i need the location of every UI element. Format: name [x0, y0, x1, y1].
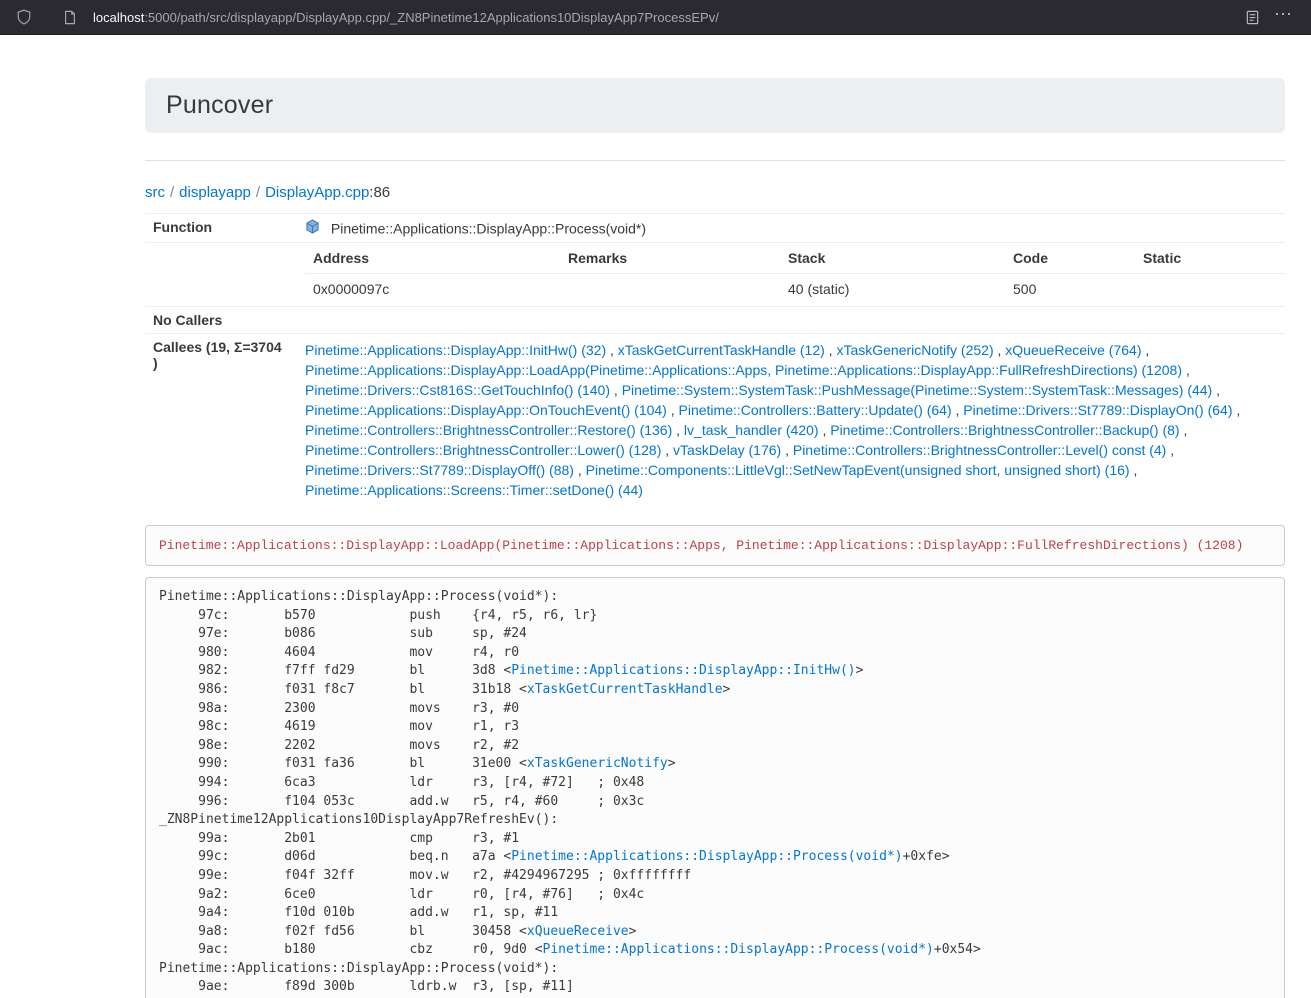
symbol-table: Function Pinetime::Applications::Display… [145, 213, 1285, 507]
breadcrumb-line-number: :86 [369, 184, 390, 201]
callee-link[interactable]: vTaskDelay (176) [673, 442, 781, 458]
address-value: 0x0000097c [305, 274, 560, 307]
breadcrumb-displayapp-link[interactable]: displayapp [179, 184, 251, 201]
callee-link[interactable]: Pinetime::Controllers::BrightnessControl… [793, 442, 1166, 458]
callee-link[interactable]: xTaskGenericNotify (252) [836, 342, 993, 358]
disasm-symbol-link[interactable]: Pinetime::Applications::DisplayApp::Proc… [511, 849, 902, 864]
stack-value: 40 (static) [780, 274, 1005, 307]
function-row: Function Pinetime::Applications::Display… [145, 214, 1285, 243]
callees-row: Callees (19, Σ=3704 ) Pinetime::Applicat… [145, 334, 1285, 508]
callee-link[interactable]: xQueueReceive (764) [1005, 342, 1141, 358]
method-icon [305, 221, 324, 237]
callee-link[interactable]: Pinetime::Components::LittleVgl::SetNewT… [586, 462, 1130, 478]
reader-mode-icon[interactable] [1238, 4, 1266, 30]
no-callers-cell [297, 307, 1285, 334]
highlighted-symbol-box: Pinetime::Applications::DisplayApp::Load… [145, 525, 1285, 566]
page-info-icon[interactable] [56, 4, 84, 30]
code-header: Code [1005, 243, 1135, 274]
main-content: Puncover src / displayapp / DisplayApp.cpp:8… [145, 78, 1285, 998]
breadcrumb: src / displayapp / DisplayApp.cpp:86 [145, 184, 1285, 201]
disassembly-code: Pinetime::Applications::DisplayApp::Proc… [145, 577, 1285, 998]
breadcrumb-separator: / [170, 184, 174, 201]
callee-link[interactable]: Pinetime::Drivers::Cst816S::GetTouchInfo… [305, 382, 610, 398]
callee-link[interactable]: Pinetime::Controllers::BrightnessControl… [305, 422, 672, 438]
detail-values-row: 0x0000097c 40 (static) 500 [305, 274, 1285, 307]
breadcrumb-separator: / [256, 184, 260, 201]
callee-link[interactable]: Pinetime::Drivers::St7789::DisplayOff() … [305, 462, 574, 478]
disasm-symbol-link[interactable]: xTaskGetCurrentTaskHandle [527, 682, 723, 697]
callee-link[interactable]: Pinetime::Applications::DisplayApp::Load… [305, 362, 1182, 378]
disasm-symbol-link[interactable]: Pinetime::Applications::DisplayApp::Init… [511, 663, 855, 678]
more-menu-icon[interactable]: ⋯ [1266, 5, 1301, 29]
callee-link[interactable]: lv_task_handler (420) [684, 422, 819, 438]
highlighted-symbol-text: Pinetime::Applications::DisplayApp::Load… [159, 538, 1243, 553]
callee-link[interactable]: Pinetime::Applications::DisplayApp::OnTo… [305, 402, 667, 418]
remarks-value [560, 274, 780, 307]
callee-link[interactable]: Pinetime::Applications::DisplayApp::Init… [305, 342, 606, 358]
detail-row-wrapper: Address Remarks Stack Code Static 0x0000… [145, 243, 1285, 307]
disasm-symbol-link[interactable]: Pinetime::Applications::DisplayApp::Proc… [543, 942, 934, 957]
shield-icon[interactable] [10, 4, 38, 30]
no-callers-label: No Callers [145, 307, 297, 334]
disasm-symbol-link[interactable]: xQueueReceive [527, 924, 629, 939]
callee-link[interactable]: Pinetime::Applications::Screens::Timer::… [305, 482, 643, 498]
url-path: :5000/path/src/displayapp/DisplayApp.cpp… [144, 10, 719, 25]
callee-link[interactable]: Pinetime::Controllers::Battery::Update()… [679, 402, 952, 418]
remarks-header: Remarks [560, 243, 780, 274]
callee-link[interactable]: xTaskGetCurrentTaskHandle (12) [618, 342, 825, 358]
no-callers-row: No Callers [145, 307, 1285, 334]
callee-link[interactable]: Pinetime::Controllers::BrightnessControl… [305, 442, 661, 458]
callee-link[interactable]: Pinetime::Controllers::BrightnessControl… [830, 422, 1179, 438]
disasm-symbol-link[interactable]: xTaskGenericNotify [527, 756, 668, 771]
callees-list: Pinetime::Applications::DisplayApp::Init… [297, 334, 1285, 508]
divider [145, 160, 1285, 161]
empty-cell [145, 243, 297, 307]
callee-link[interactable]: Pinetime::System::SystemTask::PushMessag… [622, 382, 1213, 398]
code-value: 500 [1005, 274, 1135, 307]
function-label: Function [145, 214, 297, 243]
jumbotron: Puncover [145, 78, 1285, 133]
static-value [1135, 274, 1285, 307]
function-name-cell: Pinetime::Applications::DisplayApp::Proc… [297, 214, 1285, 243]
stack-header: Stack [780, 243, 1005, 274]
breadcrumb-file-link[interactable]: DisplayApp.cpp [265, 184, 369, 201]
callee-link[interactable]: Pinetime::Drivers::St7789::DisplayOn() (… [963, 402, 1232, 418]
static-header: Static [1135, 243, 1285, 274]
detail-table: Address Remarks Stack Code Static 0x0000… [305, 243, 1285, 306]
detail-table-cell: Address Remarks Stack Code Static 0x0000… [297, 243, 1285, 307]
page-title: Puncover [166, 91, 1264, 120]
url-host: localhost [93, 10, 144, 25]
browser-chrome: localhost:5000/path/src/displayapp/Displ… [0, 0, 1311, 35]
address-header: Address [305, 243, 560, 274]
breadcrumb-src-link[interactable]: src [145, 184, 165, 201]
callees-label: Callees (19, Σ=3704 ) [145, 334, 297, 508]
function-name: Pinetime::Applications::DisplayApp::Proc… [331, 220, 646, 236]
address-bar[interactable]: localhost:5000/path/src/displayapp/Displ… [93, 10, 719, 25]
